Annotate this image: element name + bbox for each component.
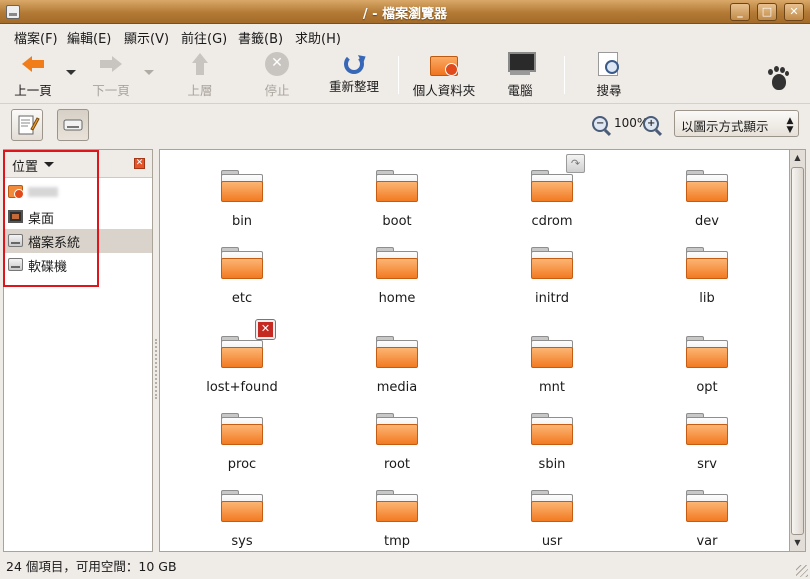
folder-item[interactable]: opt: [647, 336, 767, 395]
reload-icon: [344, 54, 364, 74]
maximize-button[interactable]: □: [757, 3, 777, 21]
folder-item[interactable]: root: [337, 413, 457, 472]
search-button[interactable]: 搜尋: [589, 52, 629, 99]
menu-file[interactable]: 檔案(F): [14, 28, 58, 47]
home-folder-icon: [430, 52, 458, 76]
menu-bar: 檔案(F) 編輯(E) 顯示(V) 前往(G) 書籤(B) 求助(H): [0, 24, 810, 48]
select-arrows-icon: ▲▼: [785, 116, 795, 134]
menu-help[interactable]: 求助(H): [295, 28, 341, 47]
folder-icon: [221, 170, 263, 202]
folder-icon: [221, 413, 263, 445]
back-history-dropdown[interactable]: [66, 70, 76, 75]
folder-icon: [376, 336, 418, 368]
minimize-button[interactable]: _: [730, 3, 750, 21]
folder-icon: [531, 170, 573, 202]
folder-icon: [221, 247, 263, 279]
stop-icon: [265, 52, 289, 76]
computer-button[interactable]: 電腦: [500, 52, 540, 99]
close-button[interactable]: ✕: [784, 3, 804, 21]
location-entry-toggle[interactable]: [11, 109, 43, 141]
folder-item[interactable]: sys: [182, 490, 302, 549]
symlink-emblem-icon: ↷: [566, 154, 585, 173]
folder-icon: [221, 336, 263, 368]
arrow-left-icon: [21, 52, 45, 76]
folder-item[interactable]: cdrom: [492, 170, 612, 229]
folder-icon: [686, 336, 728, 368]
close-sidebar-button[interactable]: ✕: [134, 158, 145, 169]
stop-button[interactable]: 停止: [257, 52, 297, 99]
folder-icon: [531, 490, 573, 522]
folder-icon: [376, 170, 418, 202]
folder-icon: [376, 413, 418, 445]
folder-icon: [221, 490, 263, 522]
status-text: 24 個項目，可用空間：10 GB: [6, 559, 177, 574]
folder-item[interactable]: var: [647, 490, 767, 549]
arrow-right-icon: [99, 52, 123, 76]
reload-button[interactable]: 重新整理: [324, 52, 384, 95]
home-button[interactable]: 個人資料夾: [408, 52, 480, 99]
folder-icon: [531, 413, 573, 445]
window-title: / - 檔案瀏覽器: [362, 7, 448, 22]
folder-item[interactable]: boot: [337, 170, 457, 229]
toolbar-separator: [564, 56, 565, 94]
menu-view[interactable]: 顯示(V): [124, 28, 169, 47]
scroll-up-arrow[interactable]: ▲: [791, 151, 804, 165]
edit-location-icon: [18, 115, 40, 135]
folder-item[interactable]: mnt: [492, 336, 612, 395]
folder-icon: [686, 490, 728, 522]
back-button[interactable]: 上一頁: [8, 52, 58, 99]
folder-item[interactable]: bin: [182, 170, 302, 229]
folder-item[interactable]: tmp: [337, 490, 457, 549]
folder-icon: [376, 247, 418, 279]
resize-grip[interactable]: [796, 565, 808, 577]
folder-item[interactable]: srv: [647, 413, 767, 472]
folder-icon: [686, 170, 728, 202]
folder-item[interactable]: usr: [492, 490, 612, 549]
folder-item[interactable]: sbin: [492, 413, 612, 472]
folder-icon: [686, 413, 728, 445]
computer-icon: [508, 52, 536, 76]
folder-icon: [531, 247, 573, 279]
folder-item[interactable]: lost+found: [182, 336, 302, 395]
toolbar: 上一頁 下一頁 上層 停止 重新整理 個人資料夾 電腦 搜尋: [0, 48, 810, 104]
forward-history-dropdown[interactable]: [144, 70, 154, 75]
status-bar: 24 個項目，可用空間：10 GB: [0, 552, 810, 579]
folder-item[interactable]: media: [337, 336, 457, 395]
path-bar-root-button[interactable]: [57, 109, 89, 141]
vertical-scrollbar[interactable]: ▲ ▼: [789, 149, 806, 552]
zoom-in-icon[interactable]: +: [643, 116, 659, 132]
no-access-emblem-icon: ✕: [255, 319, 276, 340]
highlight-annotation: [3, 150, 99, 287]
file-icon-view[interactable]: bin boot cdrom ↷ dev etc home initrd lib…: [159, 149, 789, 552]
up-button[interactable]: 上層: [180, 52, 220, 99]
forward-button[interactable]: 下一頁: [86, 52, 136, 99]
toolbar-separator: [398, 56, 399, 94]
search-icon: [597, 52, 621, 76]
title-bar[interactable]: / - 檔案瀏覽器 _ □ ✕: [0, 0, 810, 24]
folder-item[interactable]: home: [337, 247, 457, 306]
scrollbar-thumb[interactable]: [791, 167, 804, 535]
arrow-up-icon: [188, 52, 212, 76]
scroll-down-arrow[interactable]: ▼: [791, 536, 804, 550]
menu-edit[interactable]: 編輯(E): [67, 28, 111, 47]
folder-item[interactable]: lib: [647, 247, 767, 306]
folder-item[interactable]: proc: [182, 413, 302, 472]
folder-icon: [531, 336, 573, 368]
drive-icon: [63, 119, 83, 131]
gnome-logo-icon: [766, 66, 790, 90]
view-mode-select[interactable]: 以圖示方式顯示 ▲▼: [674, 110, 799, 137]
folder-item[interactable]: initrd: [492, 247, 612, 306]
folder-item[interactable]: etc: [182, 247, 302, 306]
folder-icon: [686, 247, 728, 279]
folder-icon: [376, 490, 418, 522]
zoom-out-icon[interactable]: −: [592, 116, 608, 132]
menu-go[interactable]: 前往(G): [181, 28, 227, 47]
folder-item[interactable]: dev: [647, 170, 767, 229]
menu-bookmarks[interactable]: 書籤(B): [238, 28, 283, 47]
